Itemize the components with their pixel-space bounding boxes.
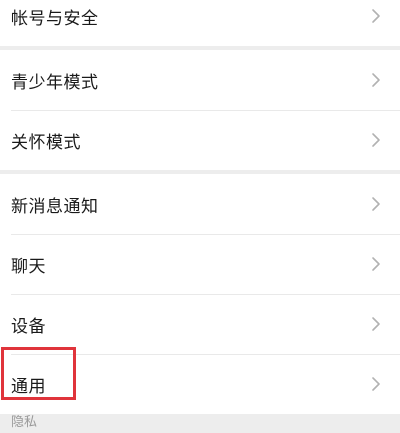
settings-item-label: 青少年模式 [11,72,99,93]
settings-item-label: 帐号与安全 [11,8,99,29]
chevron-right-icon [366,374,386,394]
chevron-right-icon [366,70,386,90]
settings-item-care-mode[interactable]: 关怀模式 [0,110,400,170]
settings-item-teen-mode[interactable]: 青少年模式 [0,50,400,110]
chevron-right-icon [366,130,386,150]
settings-item-chat[interactable]: 聊天 [0,234,400,294]
settings-item-label: 设备 [11,316,46,337]
chevron-right-icon [366,314,386,334]
settings-screen: 帐号与安全 青少年模式 关怀模式 新消息通知 聊天 设备 通用 隐私 [0,0,400,433]
settings-group-general: 新消息通知 聊天 设备 通用 [0,174,400,414]
settings-item-devices[interactable]: 设备 [0,294,400,354]
chevron-right-icon [366,254,386,274]
settings-item-account-security[interactable]: 帐号与安全 [0,0,400,46]
settings-item-general[interactable]: 通用 [0,354,400,414]
settings-group-account: 帐号与安全 [0,0,400,46]
settings-group-modes: 青少年模式 关怀模式 [0,50,400,170]
settings-item-notifications[interactable]: 新消息通知 [0,174,400,234]
chevron-right-icon [366,6,386,26]
chevron-right-icon [366,194,386,214]
settings-item-label: 通用 [11,376,46,397]
section-header-privacy: 隐私 [11,415,38,430]
settings-item-label: 聊天 [11,256,46,277]
settings-item-label: 新消息通知 [11,196,99,217]
settings-item-label: 关怀模式 [11,132,81,153]
